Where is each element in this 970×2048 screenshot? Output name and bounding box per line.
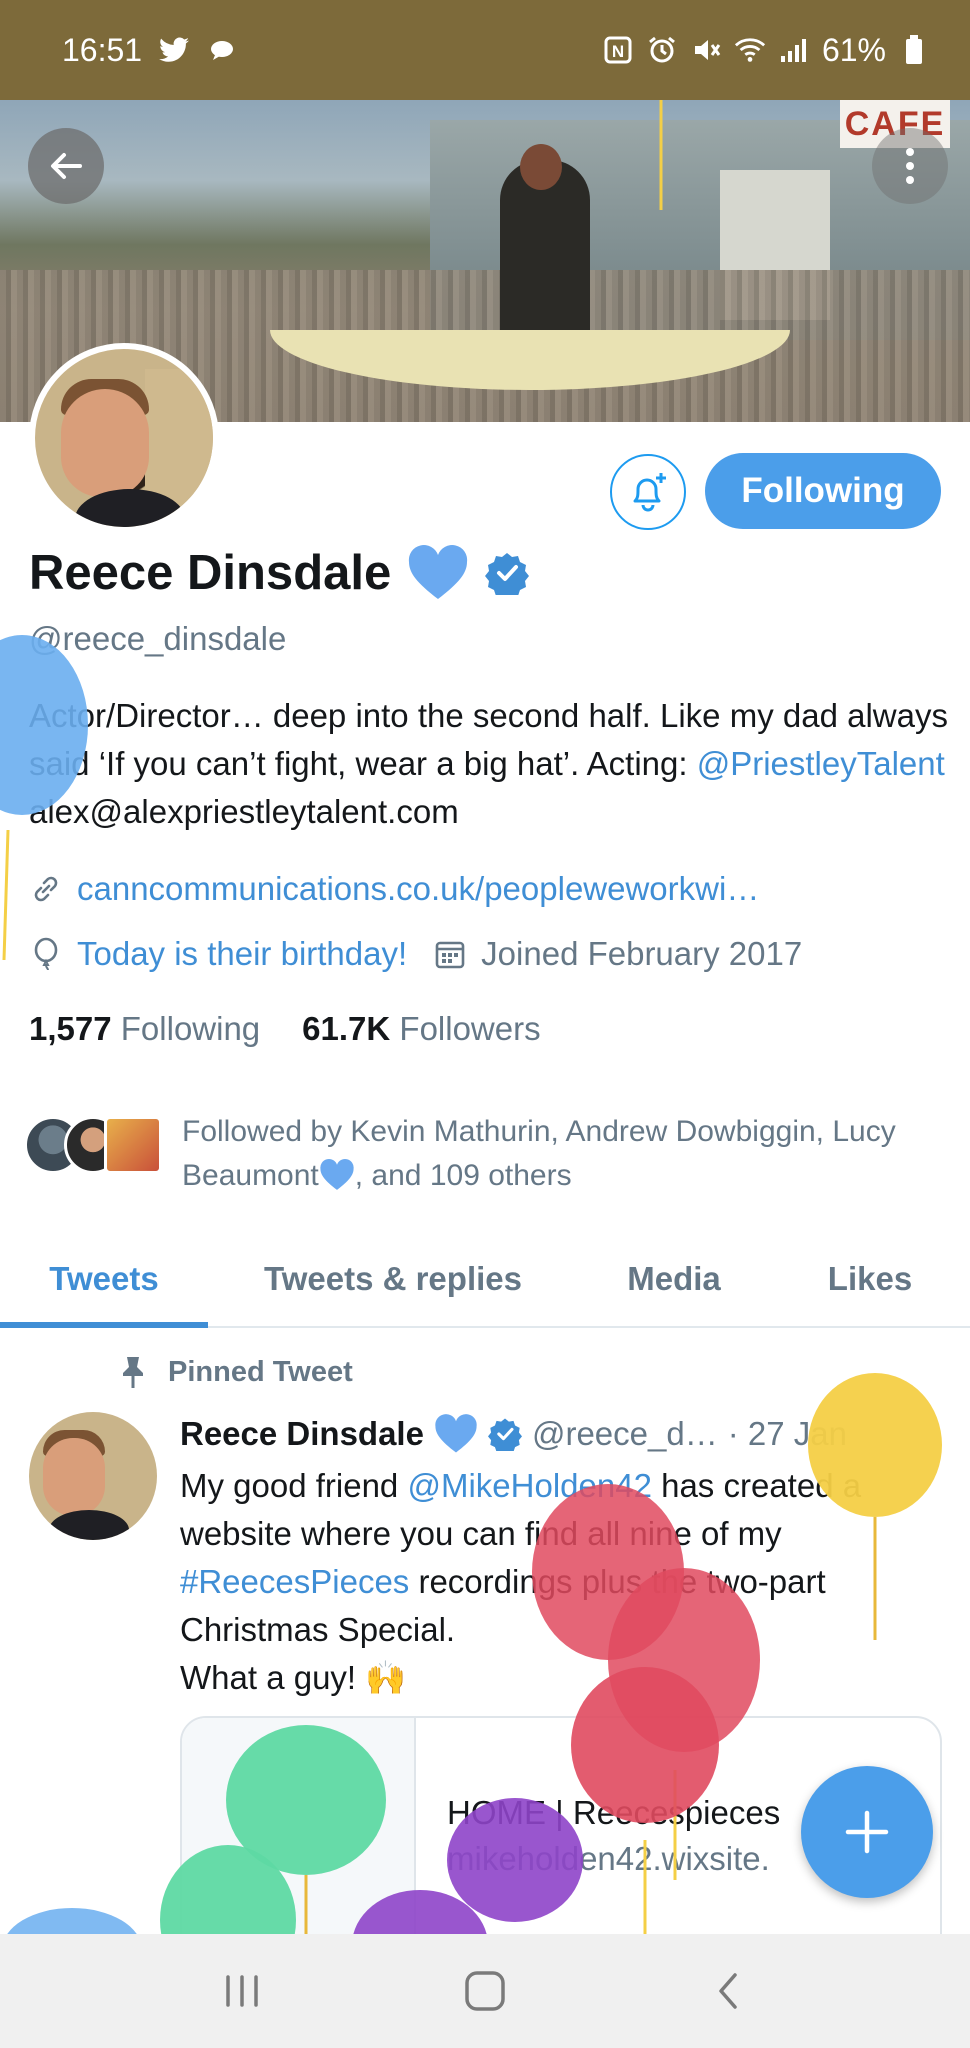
birthday-text: Today is their birthday! xyxy=(77,935,408,972)
tweet-mention-link[interactable]: @MikeHolden42 xyxy=(407,1467,651,1504)
chat-bubble-icon xyxy=(206,34,238,66)
wifi-icon xyxy=(734,34,766,66)
status-time: 16:51 xyxy=(62,31,143,68)
bell-plus-icon xyxy=(633,473,666,512)
arrow-left-icon xyxy=(51,153,82,179)
link-icon xyxy=(29,872,63,906)
following-count: 1,577 xyxy=(29,1010,112,1047)
profile-handle: @reece_dinsdale xyxy=(29,620,287,657)
followers-count-link[interactable]: 61.7K Followers xyxy=(302,1010,540,1048)
svg-text:N: N xyxy=(612,42,624,61)
avatar-face xyxy=(43,1438,105,1516)
link-card-thumbnail xyxy=(182,1718,416,1964)
profile-bio: Actor/Director… deep into the second hal… xyxy=(29,692,949,836)
following-label: Following xyxy=(120,1010,261,1047)
tweet-text: What a guy! 🙌 xyxy=(180,1659,407,1696)
signal-icon xyxy=(778,34,810,66)
home-icon xyxy=(465,1971,505,2011)
followed-by-avatars xyxy=(24,1116,164,1180)
website-row: canncommunications.co.uk/peopleweworkwi… xyxy=(29,870,759,908)
system-back-button[interactable] xyxy=(688,1951,768,2031)
followers-count: 61.7K xyxy=(302,1010,391,1047)
recent-apps-icon xyxy=(225,1975,258,2007)
bio-mention-link[interactable]: @PriestleyTalent xyxy=(697,745,945,782)
tweet-author-handle: @reece_d… xyxy=(531,1415,718,1452)
compose-tweet-button[interactable] xyxy=(801,1766,933,1898)
profile-name-row: Reece Dinsdale xyxy=(29,545,530,601)
recent-apps-button[interactable] xyxy=(202,1951,282,2031)
status-bar: 16:51 N 61% xyxy=(0,0,970,100)
tweet-author-avatar[interactable] xyxy=(29,1412,157,1540)
tweet-hashtag-link[interactable]: #ReecesPieces xyxy=(180,1563,409,1600)
pinned-tweet-label: Pinned Tweet xyxy=(168,1355,353,1388)
pin-icon xyxy=(123,1357,143,1388)
heart-icon xyxy=(409,545,468,599)
followed-by-others: , and 109 others xyxy=(354,1159,572,1192)
tweet-header: Reece Dinsdale @reece_d… · 27 Jan xyxy=(180,1414,950,1454)
followed-by-row[interactable]: Followed by Kevin Mathurin, Andrew Dowbi… xyxy=(24,1110,970,1198)
more-options-button[interactable] xyxy=(872,128,948,204)
following-count-link[interactable]: 1,577 Following xyxy=(29,1010,260,1048)
verified-badge-icon xyxy=(487,1418,522,1451)
tab-media[interactable]: Media xyxy=(578,1232,770,1326)
profile-name: Reece Dinsdale xyxy=(29,546,392,600)
tweet-author-name[interactable]: Reece Dinsdale xyxy=(180,1415,424,1453)
plus-icon xyxy=(845,1810,889,1854)
tweet-body: My good friend @MikeHolden42 has created… xyxy=(180,1462,940,1702)
twitter-icon xyxy=(158,34,190,66)
calendar-icon xyxy=(433,937,467,971)
link-card-title: HOME | Reecespieces xyxy=(447,1794,781,1831)
avatar-face xyxy=(61,389,149,497)
birthday-joined-row: Today is their birthday! Joined February… xyxy=(29,935,802,973)
back-button[interactable] xyxy=(28,128,104,204)
android-navigation-bar xyxy=(0,1934,970,2048)
banner-figure-head xyxy=(520,144,562,190)
profile-avatar[interactable] xyxy=(29,343,219,533)
notifications-bell-button[interactable] xyxy=(610,454,686,530)
website-link[interactable]: canncommunications.co.uk/peopleweworkwi… xyxy=(77,870,759,908)
follower-avatar xyxy=(104,1116,162,1174)
heart-icon xyxy=(320,1159,354,1190)
avatar-shirt xyxy=(49,1510,129,1540)
nfc-icon: N xyxy=(602,34,634,66)
battery-percent: 61% xyxy=(821,31,886,68)
tab-tweets[interactable]: Tweets xyxy=(0,1232,208,1328)
battery-icon xyxy=(898,34,930,66)
alarm-icon xyxy=(646,34,678,66)
joined-date: Joined February 2017 xyxy=(481,935,803,972)
balloon-icon xyxy=(29,937,63,971)
follow-counts: 1,577 Following 61.7K Followers xyxy=(29,1010,541,1048)
heart-icon xyxy=(435,1414,477,1453)
more-vertical-icon xyxy=(906,148,914,184)
mute-icon xyxy=(690,34,722,66)
pinned-tweet-label-row: Pinned Tweet xyxy=(118,1355,353,1389)
profile-tabs: Tweets Tweets & replies Media Likes xyxy=(0,1232,970,1328)
tab-tweets-replies[interactable]: Tweets & replies xyxy=(208,1232,578,1326)
followers-label: Followers xyxy=(399,1010,541,1047)
following-button[interactable]: Following xyxy=(705,453,941,529)
tweet-date: · 27 Jan xyxy=(727,1415,847,1452)
link-card-url: mikeholden42.wixsite. xyxy=(447,1840,770,1877)
bio-email: alex@alexpriestleytalent.com xyxy=(29,793,459,830)
followed-by-text: Followed by Kevin Mathurin, Andrew Dowbi… xyxy=(182,1110,970,1198)
home-button[interactable] xyxy=(445,1951,525,2031)
tab-likes[interactable]: Likes xyxy=(770,1232,970,1326)
chevron-left-icon xyxy=(719,1973,738,2009)
verified-badge-icon xyxy=(485,553,530,595)
tweet-text: My good friend xyxy=(180,1467,408,1504)
